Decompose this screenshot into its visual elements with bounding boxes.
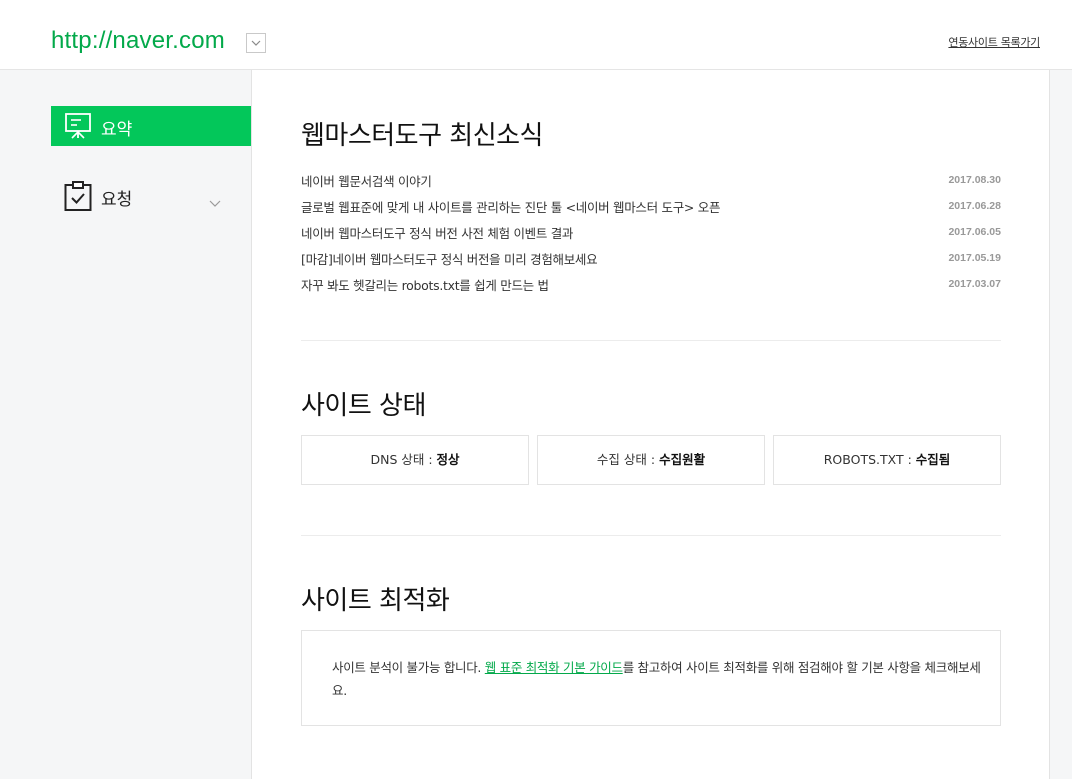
optimization-message: 사이트 분석이 불가능 합니다. 웹 표준 최적화 기본 가이드를 참고하여 사… xyxy=(332,656,982,702)
news-item: 네이버 웹문서검색 이야기 2017.08.30 xyxy=(301,170,1001,196)
section-divider xyxy=(301,340,1001,341)
web-standard-guide-link[interactable]: 웹 표준 최적화 기본 가이드 xyxy=(485,660,623,675)
news-item: [마감]네이버 웹마스터도구 정식 버전을 미리 경험해보세요 2017.05.… xyxy=(301,248,1001,274)
presentation-board-icon xyxy=(63,111,93,145)
news-item-title[interactable]: 글로벌 웹표준에 맞게 내 사이트를 관리하는 진단 툴 <네이버 웹마스터 도… xyxy=(301,197,720,216)
news-item: 자꾸 봐도 헷갈리는 robots.txt를 쉽게 만드는 법 2017.03.… xyxy=(301,274,1001,300)
status-value: 수집됨 xyxy=(915,452,951,467)
dns-status-box: DNS 상태 : 정상 xyxy=(301,435,529,485)
news-item-title[interactable]: 자꾸 봐도 헷갈리는 robots.txt를 쉽게 만드는 법 xyxy=(301,275,549,294)
main-content: 웹마스터도구 최신소식 네이버 웹문서검색 이야기 2017.08.30 글로벌… xyxy=(252,70,1050,779)
news-list: 네이버 웹문서검색 이야기 2017.08.30 글로벌 웹표준에 맞게 내 사… xyxy=(301,170,1001,300)
status-value: 수집원활 xyxy=(659,452,706,467)
status-section-title: 사이트 상태 xyxy=(301,391,426,421)
sidebar-item-label: 요약 xyxy=(101,120,133,140)
sidebar: 요약 요청 xyxy=(0,70,252,779)
news-item: 글로벌 웹표준에 맞게 내 사이트를 관리하는 진단 툴 <네이버 웹마스터 도… xyxy=(301,196,1001,222)
site-list-link[interactable]: 연동사이트 목록가기 xyxy=(948,34,1040,50)
sidebar-item-label: 요청 xyxy=(101,190,133,210)
section-divider xyxy=(301,535,1001,536)
news-item-title[interactable]: 네이버 웹문서검색 이야기 xyxy=(301,171,432,190)
status-label: DNS 상태 : xyxy=(370,452,437,467)
news-item-date: 2017.05.19 xyxy=(948,252,1001,264)
news-item-date: 2017.08.30 xyxy=(948,174,1001,186)
news-item-date: 2017.06.05 xyxy=(948,226,1001,238)
news-item-title[interactable]: 네이버 웹마스터도구 정식 버전 사전 체험 이벤트 결과 xyxy=(301,223,573,242)
optimization-section-title: 사이트 최적화 xyxy=(301,586,450,616)
sidebar-item-summary[interactable]: 요약 xyxy=(51,106,251,146)
robots-status-box: ROBOTS.TXT : 수집됨 xyxy=(773,435,1001,485)
chevron-down-icon xyxy=(251,40,261,46)
news-section-title: 웹마스터도구 최신소식 xyxy=(301,121,543,151)
site-url-dropdown-button[interactable] xyxy=(246,33,266,53)
optimization-box: 사이트 분석이 불가능 합니다. 웹 표준 최적화 기본 가이드를 참고하여 사… xyxy=(301,630,1001,726)
clipboard-check-icon xyxy=(64,180,92,216)
chevron-down-icon[interactable] xyxy=(209,192,221,211)
optimization-text: 사이트 분석이 불가능 합니다. xyxy=(332,660,485,675)
site-url-title: http://naver.com xyxy=(51,27,225,54)
news-item-date: 2017.03.07 xyxy=(948,278,1001,290)
status-label: ROBOTS.TXT : xyxy=(823,452,916,467)
sidebar-item-request[interactable]: 요청 xyxy=(51,176,251,216)
news-item: 네이버 웹마스터도구 정식 버전 사전 체험 이벤트 결과 2017.06.05 xyxy=(301,222,1001,248)
crawl-status-box: 수집 상태 : 수집원활 xyxy=(537,435,765,485)
news-item-title[interactable]: [마감]네이버 웹마스터도구 정식 버전을 미리 경험해보세요 xyxy=(301,249,598,268)
status-label: 수집 상태 : xyxy=(596,452,660,467)
status-value: 정상 xyxy=(436,452,460,467)
scrollbar-track[interactable] xyxy=(1050,70,1072,779)
news-item-date: 2017.06.28 xyxy=(948,200,1001,212)
header: http://naver.com 연동사이트 목록가기 xyxy=(0,0,1072,70)
